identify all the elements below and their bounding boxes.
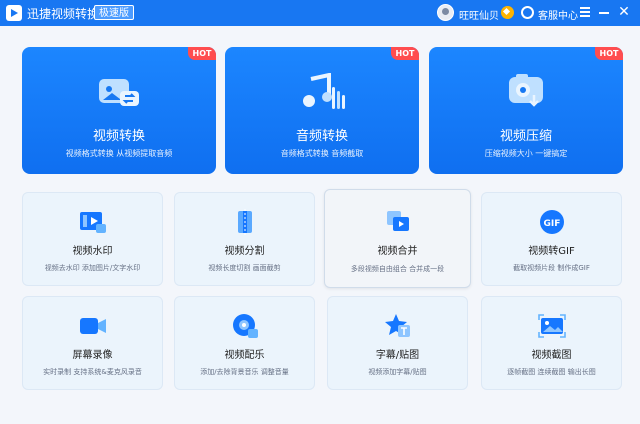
tool-title: 视频水印 bbox=[72, 246, 113, 257]
vip-icon[interactable] bbox=[501, 6, 514, 19]
edition-badge: 极速版 bbox=[94, 5, 134, 20]
screen-record-icon bbox=[79, 318, 106, 334]
tool-card-video-to-gif[interactable]: GIF 视频转GIF 截取视频片段 制作成GIF bbox=[481, 192, 622, 286]
subtitle-sticker-icon bbox=[384, 314, 410, 337]
tool-desc: 视频长度切割 画面截剪 bbox=[208, 264, 281, 272]
tool-title: 字幕/贴图 bbox=[375, 350, 420, 361]
close-button[interactable]: ✕ bbox=[617, 5, 631, 19]
tool-desc: 截取视频片段 制作成GIF bbox=[513, 264, 590, 272]
tool-title: 视频截图 bbox=[531, 350, 572, 361]
video-split-icon bbox=[237, 209, 252, 235]
tool-card-video-merge[interactable]: 视频合并 多段视频自由组合 合并成一段 bbox=[324, 189, 471, 288]
tool-desc: 视频添加字幕/贴图 bbox=[368, 368, 427, 376]
video-compress-icon bbox=[509, 74, 543, 107]
tool-title: 屏幕录像 bbox=[72, 350, 113, 361]
tool-card-video-screenshot[interactable]: 视频截图 逐帧截图 连续截图 输出长图 bbox=[481, 296, 622, 390]
tool-card-screen-record[interactable]: 屏幕录像 实时录制 支持系统&麦克风录音 bbox=[22, 296, 163, 390]
tool-desc: 实时录制 支持系统&麦克风录音 bbox=[43, 368, 142, 376]
hot-badge: HOT bbox=[595, 47, 623, 60]
gif-icon-label: GIF bbox=[543, 219, 560, 229]
feature-title: 视频转换 bbox=[92, 129, 145, 144]
video-screenshot-icon bbox=[537, 314, 566, 338]
tool-card-video-music[interactable]: 视频配乐 添加/去除背景音乐 调整音量 bbox=[174, 296, 315, 390]
feature-card-audio-convert[interactable]: HOT 音频转换 音频格式转换 音频截取 bbox=[225, 47, 419, 174]
tool-desc: 逐帧截图 连续截图 输出长图 bbox=[507, 368, 596, 376]
menu-icon[interactable] bbox=[580, 7, 590, 17]
feature-desc: 视频格式转换 从视频提取音频 bbox=[65, 149, 173, 158]
audio-convert-icon bbox=[303, 73, 345, 109]
minimize-button[interactable] bbox=[599, 12, 609, 14]
gif-icon: GIF bbox=[539, 210, 564, 234]
feature-card-video-convert[interactable]: HOT 视频转换 视频格式转换 从视频提取音频 bbox=[22, 47, 216, 174]
video-merge-icon bbox=[386, 211, 409, 231]
hot-badge: HOT bbox=[391, 47, 419, 60]
app-logo-icon bbox=[6, 5, 22, 21]
video-music-icon bbox=[232, 314, 258, 338]
feature-desc: 音频格式转换 音频截取 bbox=[280, 149, 364, 158]
tool-desc: 添加/去除背景音乐 调整音量 bbox=[200, 368, 289, 376]
feature-desc: 压缩视频大小 一键搞定 bbox=[484, 149, 568, 158]
username[interactable]: 旺旺仙贝 bbox=[459, 7, 499, 22]
feature-card-video-compress[interactable]: HOT 视频压缩 压缩视频大小 一键搞定 bbox=[429, 47, 623, 174]
feature-title: 视频压缩 bbox=[499, 129, 552, 144]
tool-title: 视频合并 bbox=[377, 246, 418, 257]
tool-card-subtitle-sticker[interactable]: 字幕/贴图 视频添加字幕/贴图 bbox=[327, 296, 468, 390]
tool-title: 视频转GIF bbox=[528, 246, 575, 257]
customer-service-link[interactable]: 客服中心 bbox=[538, 7, 578, 22]
tool-desc: 多段视频自由组合 合并成一段 bbox=[350, 265, 445, 273]
video-watermark-icon bbox=[79, 212, 106, 233]
avatar[interactable] bbox=[437, 4, 454, 21]
feature-title: 音频转换 bbox=[295, 129, 348, 144]
tool-desc: 视频去水印 添加图片/文字水印 bbox=[44, 264, 141, 272]
tool-card-video-split[interactable]: 视频分割 视频长度切割 画面截剪 bbox=[174, 192, 315, 286]
title-bar: 迅捷视频转换器 极速版 旺旺仙贝 客服中心 ✕ bbox=[0, 0, 640, 26]
tool-title: 视频配乐 bbox=[224, 350, 265, 361]
video-convert-icon bbox=[99, 79, 139, 106]
hot-badge: HOT bbox=[188, 47, 216, 60]
customer-service-icon[interactable] bbox=[521, 6, 534, 19]
tool-title: 视频分割 bbox=[224, 246, 265, 257]
tool-card-video-watermark[interactable]: 视频水印 视频去水印 添加图片/文字水印 bbox=[22, 192, 163, 286]
